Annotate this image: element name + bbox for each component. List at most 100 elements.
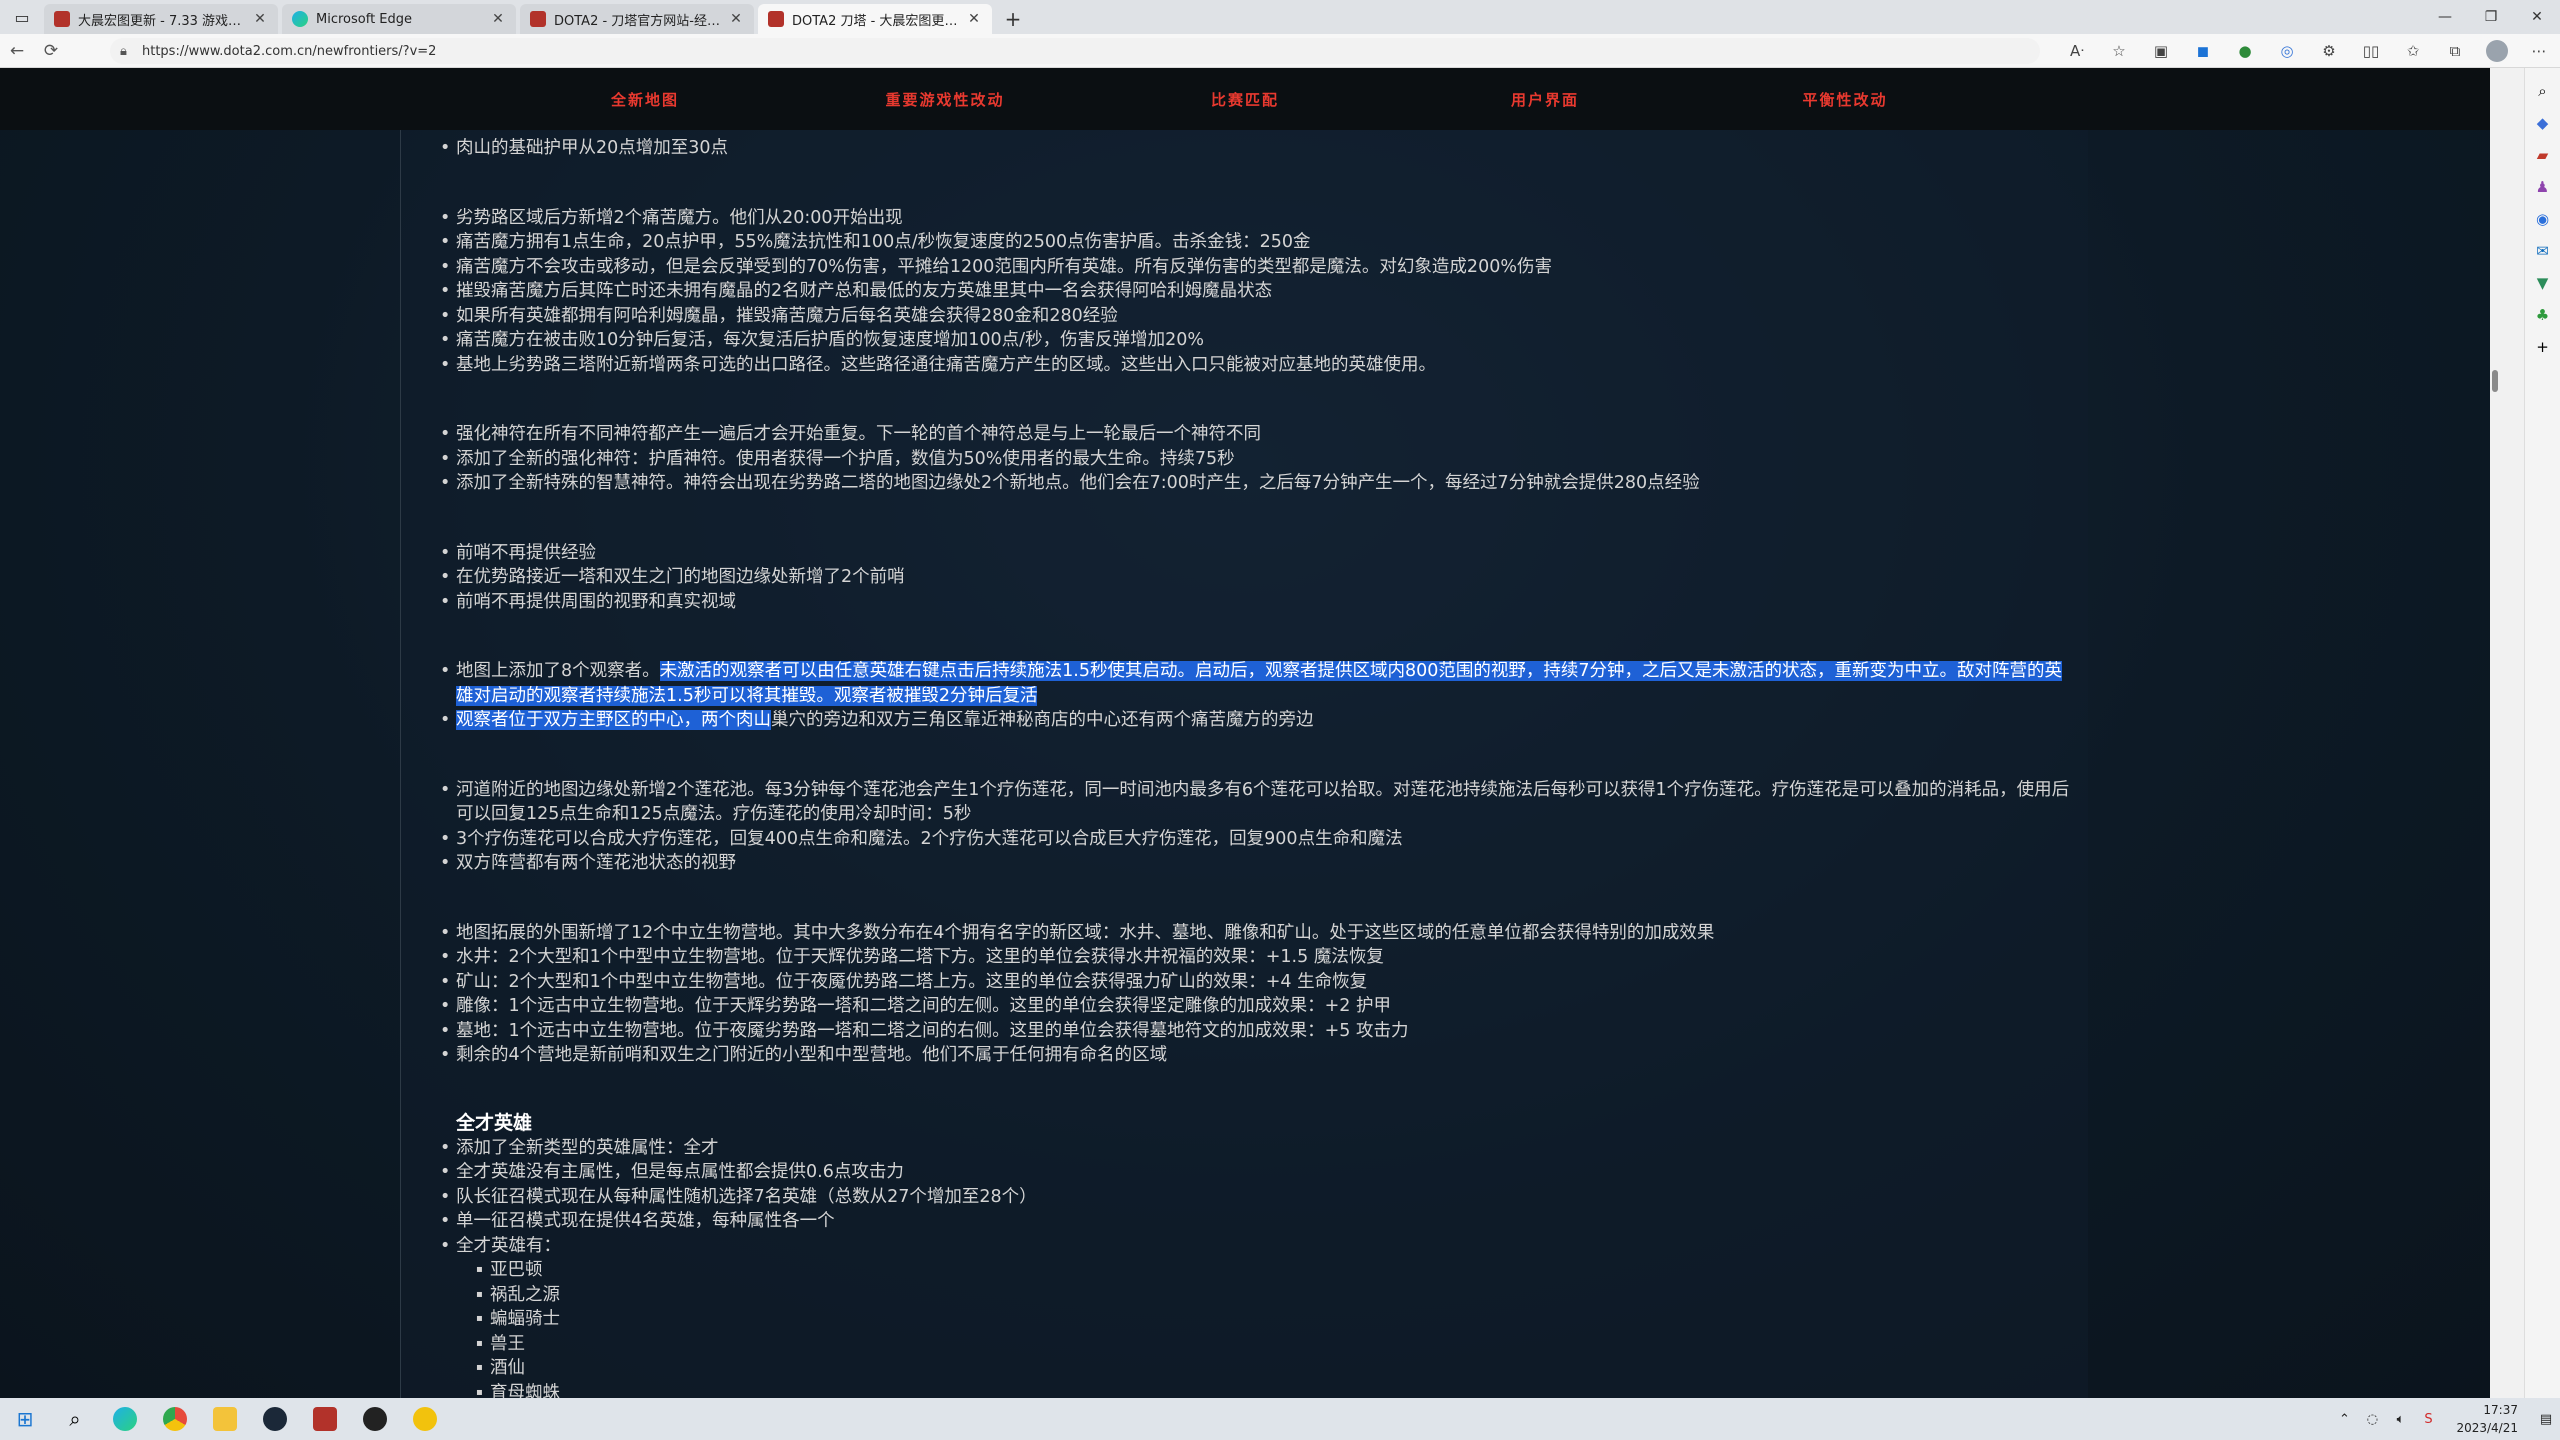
qq-app-icon[interactable] <box>400 1398 450 1440</box>
clock-date: 2023/4/21 <box>2456 1421 2518 1435</box>
close-icon[interactable]: ✕ <box>252 11 268 27</box>
address-bar[interactable]: 🔒︎ https://www.dota2.com.cn/newfrontiers… <box>110 38 2040 64</box>
page-viewport: 全新地图 重要游戏性改动 比赛匹配 用户界面 平衡性改动 肉山的基础护甲从20点… <box>0 68 2490 1398</box>
site-nav: 全新地图 重要游戏性改动 比赛匹配 用户界面 平衡性改动 <box>0 68 2490 130</box>
scrollbar-thumb[interactable] <box>2492 370 2498 392</box>
tab-2[interactable]: Microsoft Edge ✕ <box>282 4 516 34</box>
dota2-app-icon[interactable] <box>300 1398 350 1440</box>
close-window-icon[interactable]: ✕ <box>2514 0 2560 34</box>
read-aloud-icon[interactable]: Aᐧ <box>2056 42 2098 60</box>
browser-extensions: Aᐧ ☆ ▣ ◼ ● ◎ ⚙ ▯▯ ✩ ⧉ ⋯ <box>2056 34 2560 68</box>
tormentor-section: 劣势路区域后方新增2个痛苦魔方。他们从20:00开始出现 痛苦魔方拥有1点生命，… <box>440 206 2070 378</box>
lotus-pool-section: 河道附近的地图边缘处新增2个莲花池。每3分钟每个莲花池会产生1个疗伤莲花，同一时… <box>440 778 2070 876</box>
browser-tab-bar: ▭ 大晨宏图更新 - 7.33 游戏性更新 ✕ Microsoft Edge ✕… <box>0 0 2560 34</box>
input-method-icon[interactable]: S <box>2414 1412 2442 1427</box>
extension-icon[interactable]: ◼ <box>2182 42 2224 60</box>
windows-start-icon[interactable]: ⊞ <box>0 1398 50 1440</box>
search-icon[interactable]: ⌕ <box>50 1398 100 1440</box>
list-item: 添加了全新的强化神符：护盾神符。使用者获得一个护盾，数值为50%使用者的最大生命… <box>440 447 2070 472</box>
tools-icon[interactable]: ▰ <box>2529 146 2557 164</box>
nav-item-gameplay-changes[interactable]: 重要游戏性改动 <box>795 89 1095 110</box>
list-item: 雕像：1个远古中立生物营地。位于天辉劣势路一塔和二塔之间的左侧。这里的单位会获得… <box>440 994 2070 1019</box>
office-icon[interactable]: ◉ <box>2529 210 2557 228</box>
shopping-icon[interactable]: ◆ <box>2529 114 2557 132</box>
volume-icon[interactable]: 🔈︎ <box>2386 1412 2414 1427</box>
list-item: 如果所有英雄都拥有阿哈利姆魔晶，摧毁痛苦魔方后每名英雄会获得280金和280经验 <box>440 304 2070 329</box>
profile-avatar[interactable] <box>2486 40 2508 62</box>
nav-item-balance-changes[interactable]: 平衡性改动 <box>1695 89 1995 110</box>
tab-actions-icon[interactable]: ▭ <box>0 0 44 34</box>
outposts-section: 前哨不再提供经验 在优势路接近一塔和双生之门的地图边缘处新增了2个前哨 前哨不再… <box>440 541 2070 615</box>
selected-text: 未激活的观察者可以由任意英雄右键点击后持续施法1.5秒使其启动。启动后，观察者提… <box>456 661 2063 706</box>
list-item: 河道附近的地图边缘处新增2个莲花池。每3分钟每个莲花池会产生1个疗伤莲花，同一时… <box>440 778 2070 827</box>
add-icon[interactable]: + <box>2529 338 2557 356</box>
url-text[interactable]: https://www.dota2.com.cn/newfrontiers/?v… <box>142 44 2040 59</box>
list-item: 3个疗伤莲花可以合成大疗伤莲花，回复400点生命和魔法。2个疗伤大莲花可以合成巨… <box>440 827 2070 852</box>
dota-favicon-icon <box>768 11 784 27</box>
back-icon[interactable]: ← <box>0 36 34 66</box>
list-item: 劣势路区域后方新增2个痛苦魔方。他们从20:00开始出现 <box>440 206 2070 231</box>
tab-title: Microsoft Edge <box>316 11 413 27</box>
minimize-icon[interactable]: — <box>2422 0 2468 34</box>
nav-item-user-interface[interactable]: 用户界面 <box>1395 89 1695 110</box>
list-item: 地图拓展的外围新增了12个中立生物营地。其中大多数分布在4个拥有名字的新区域：水… <box>440 921 2070 946</box>
search-icon[interactable]: ⌕ <box>2529 82 2557 100</box>
nav-item-matchmaking[interactable]: 比赛匹配 <box>1095 89 1395 110</box>
tree-icon[interactable]: ♣ <box>2529 306 2557 324</box>
dota-favicon-icon <box>530 11 546 27</box>
edge-app-icon[interactable] <box>100 1398 150 1440</box>
games-icon[interactable]: ♟ <box>2529 178 2557 196</box>
favorites-icon[interactable]: ✩ <box>2392 42 2434 60</box>
drop-icon[interactable]: ▼ <box>2529 274 2557 292</box>
nav-item-new-map[interactable]: 全新地图 <box>495 89 795 110</box>
tab-title: 大晨宏图更新 - 7.33 游戏性更新 <box>78 13 252 29</box>
clock[interactable]: 17:37 2023/4/21 <box>2442 1401 2532 1437</box>
list-item: 队长征召模式现在从每种属性随机选择7名英雄（总数从27个增加至28个） <box>440 1185 2070 1210</box>
hero-list-item: 酒仙 <box>476 1356 2070 1381</box>
notification-icon[interactable]: ▤ <box>2532 1412 2560 1427</box>
file-explorer-icon[interactable] <box>200 1398 250 1440</box>
tab-4-active[interactable]: DOTA2 刀塔 - 大晨宏图更新 - 7.33 ✕ <box>758 4 992 34</box>
hero-list-item: 兽王 <box>476 1332 2070 1357</box>
list-item: 墓地：1个远古中立生物营地。位于夜魇劣势路一塔和二塔之间的右侧。这里的单位会获得… <box>440 1019 2070 1044</box>
lock-icon: 🔒︎ <box>120 43 127 59</box>
window-controls: — ❐ ✕ <box>2422 0 2560 34</box>
extension-icon[interactable]: ◎ <box>2266 42 2308 60</box>
extensions-puzzle-icon[interactable]: ⚙ <box>2308 42 2350 60</box>
extension-icon[interactable]: ● <box>2224 42 2266 60</box>
page-scrollbar[interactable] <box>2490 68 2524 1398</box>
list-item: 强化神符在所有不同神符都产生一遍后才会开始重复。下一轮的首个神符总是与上一轮最后… <box>440 422 2070 447</box>
universal-heroes-section: 全才英雄 添加了全新类型的英雄属性：全才 全才英雄没有主属性，但是每点属性都会提… <box>440 1110 2070 1399</box>
split-screen-icon[interactable]: ▯▯ <box>2350 42 2392 60</box>
collections-icon[interactable]: ⧉ <box>2434 42 2476 60</box>
close-icon[interactable]: ✕ <box>728 11 744 27</box>
edge-favicon-icon <box>292 11 308 27</box>
hero-list-label: 全才英雄有： <box>456 1235 561 1256</box>
tray-overflow-icon[interactable]: ⌃ <box>2330 1412 2358 1427</box>
outlook-icon[interactable]: ✉ <box>2529 242 2557 260</box>
refresh-icon[interactable]: ⟳ <box>34 36 68 66</box>
extension-icon[interactable]: ▣ <box>2140 42 2182 60</box>
chrome-app-icon[interactable] <box>150 1398 200 1440</box>
favorite-star-icon[interactable]: ☆ <box>2098 42 2140 60</box>
watchers-section: 地图上添加了8个观察者。未激活的观察者可以由任意英雄右键点击后持续施法1.5秒使… <box>440 659 2070 733</box>
more-menu-icon[interactable]: ⋯ <box>2518 42 2560 60</box>
tab-1[interactable]: 大晨宏图更新 - 7.33 游戏性更新 ✕ <box>44 4 278 34</box>
tab-title: DOTA2 - 刀塔官方网站-经典玩法 <box>554 13 728 29</box>
network-icon[interactable]: ◌ <box>2358 1412 2386 1427</box>
system-tray: ⌃ ◌ 🔈︎ S 17:37 2023/4/21 ▤ <box>2330 1398 2560 1440</box>
steam-app-icon[interactable] <box>250 1398 300 1440</box>
new-tab-button[interactable]: + <box>996 4 1030 34</box>
list-item: 痛苦魔方在被击败10分钟后复活，每次复活后护盾的恢复速度增加100点/秒，伤害反… <box>440 328 2070 353</box>
list-item: 前哨不再提供周围的视野和真实视域 <box>440 590 2070 615</box>
close-icon[interactable]: ✕ <box>966 11 982 27</box>
tab-3[interactable]: DOTA2 - 刀塔官方网站-经典玩法 ✕ <box>520 4 754 34</box>
close-icon[interactable]: ✕ <box>490 11 506 27</box>
neutral-camps-section: 地图拓展的外围新增了12个中立生物营地。其中大多数分布在4个拥有名字的新区域：水… <box>440 921 2070 1068</box>
list-item: 水井：2个大型和1个中型中立生物营地。位于天辉优势路二塔下方。这里的单位会获得水… <box>440 945 2070 970</box>
game-app-icon[interactable] <box>350 1398 400 1440</box>
clock-time: 17:37 <box>2483 1403 2518 1417</box>
roshan-section: 肉山的基础护甲从20点增加至30点 <box>440 136 2070 161</box>
list-item: 剩余的4个营地是新前哨和双生之门附近的小型和中型营地。他们不属于任何拥有命名的区… <box>440 1043 2070 1068</box>
restore-icon[interactable]: ❐ <box>2468 0 2514 34</box>
